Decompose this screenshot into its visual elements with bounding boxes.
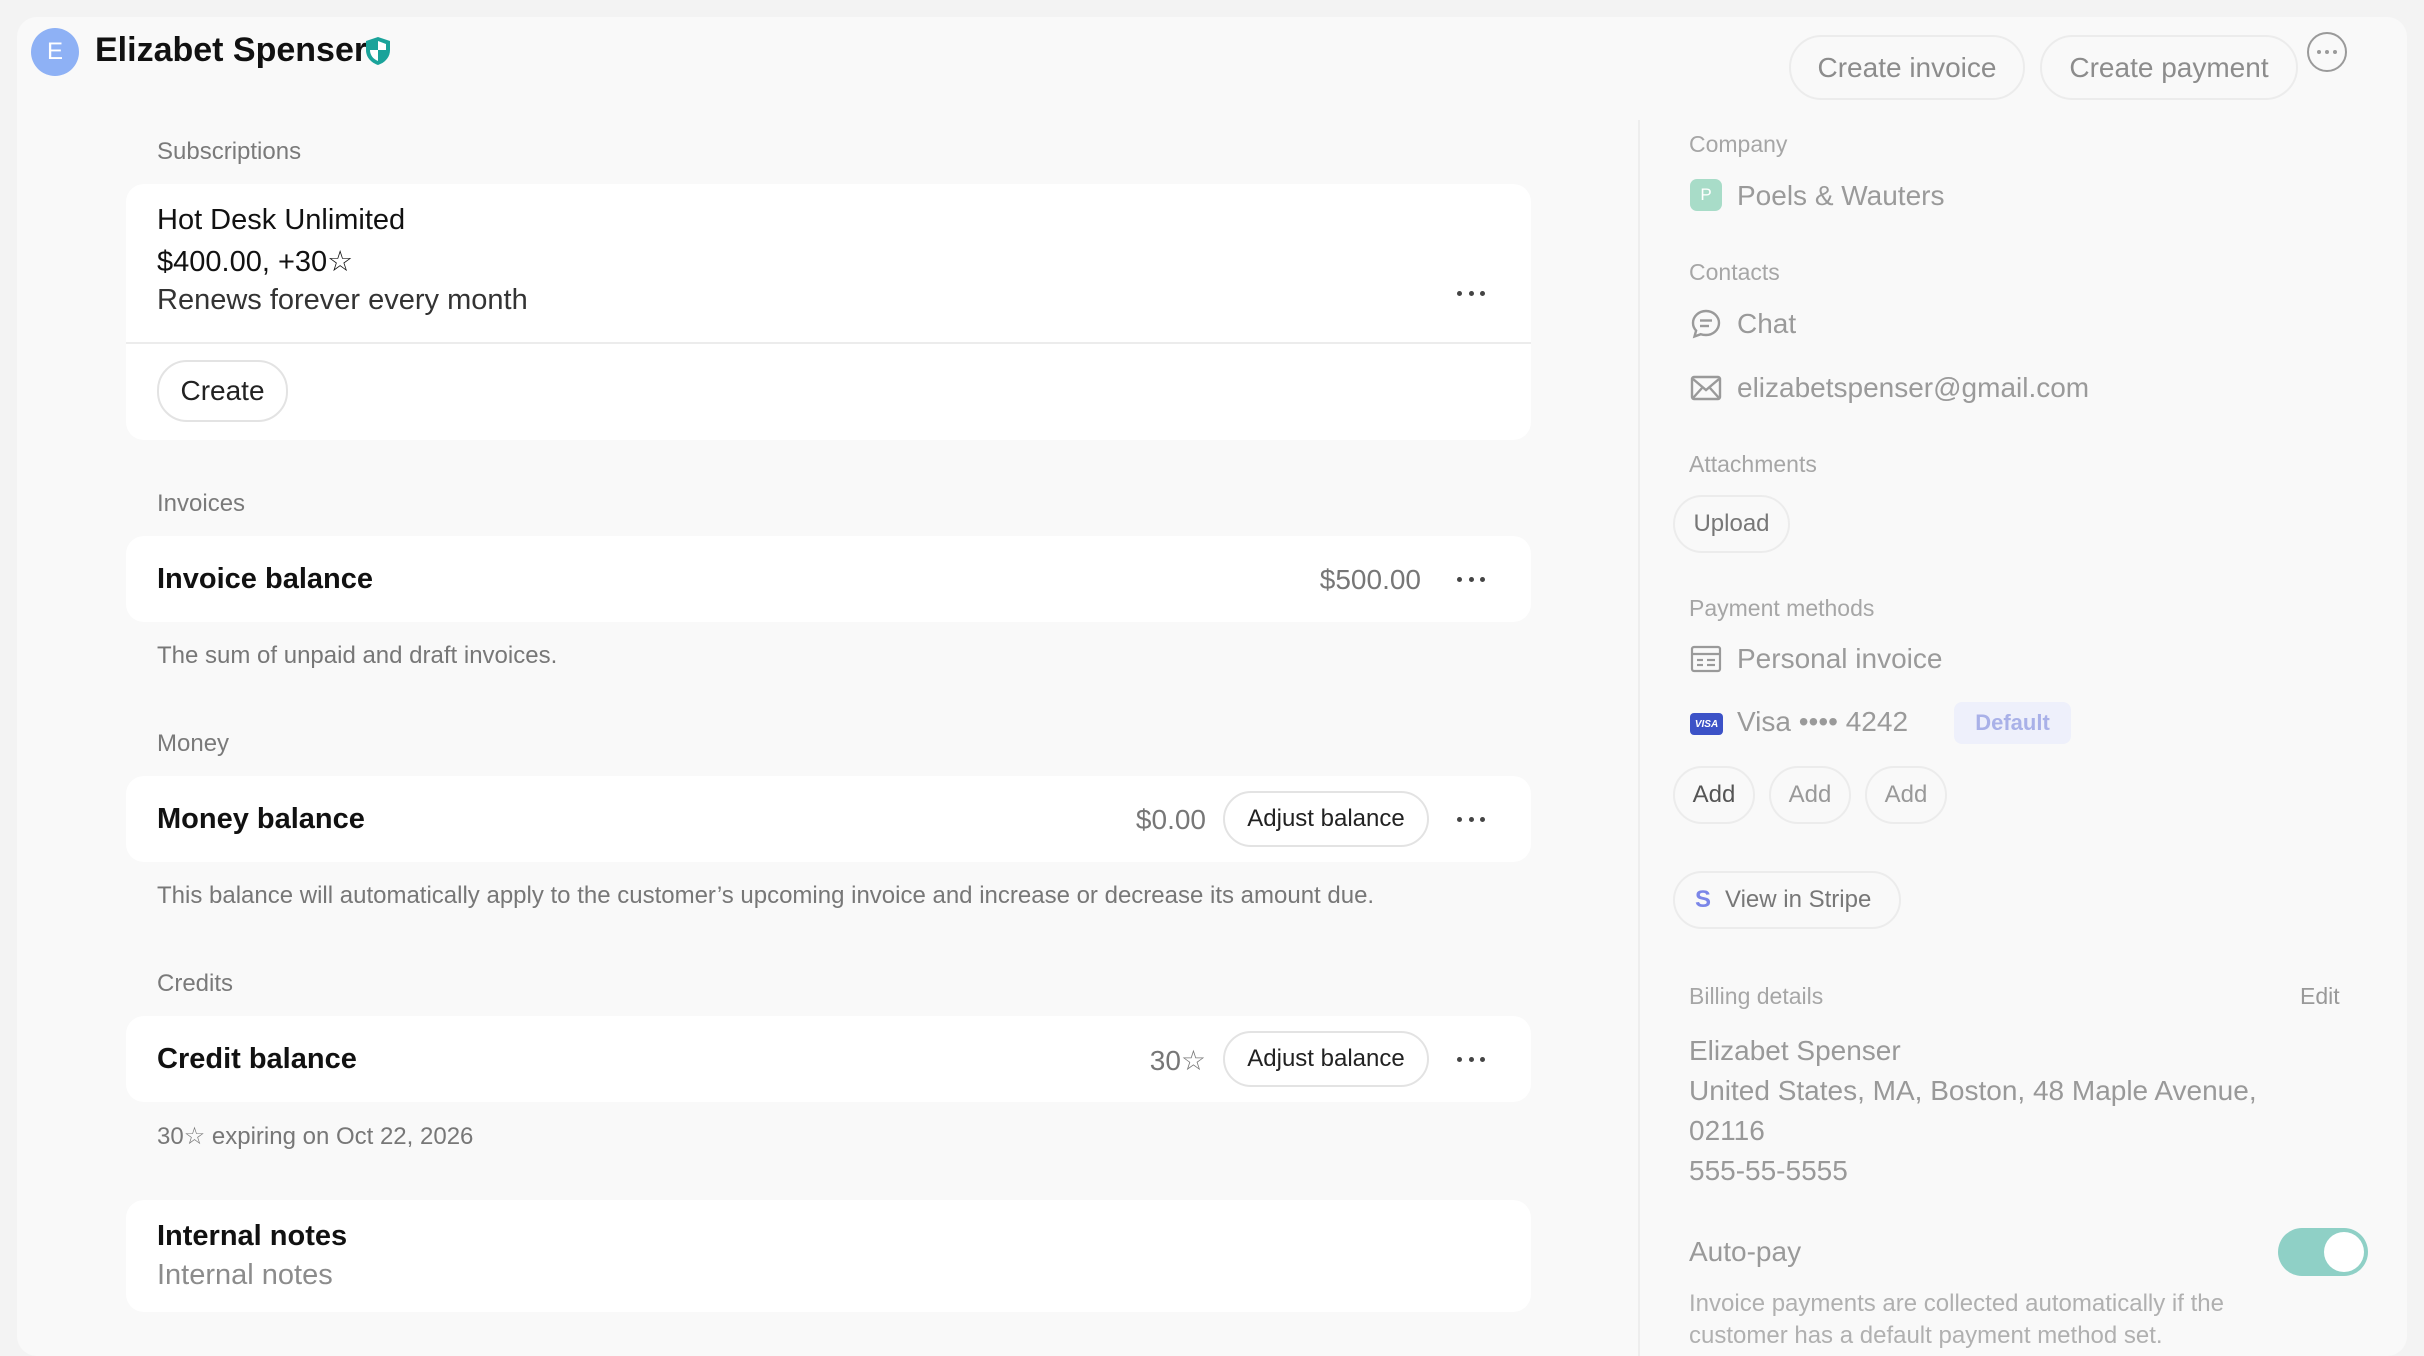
create-payment-button[interactable]: Create payment xyxy=(2040,35,2298,100)
verified-shield-icon xyxy=(366,37,390,65)
invoice-balance-amount: $500.00 xyxy=(1319,564,1421,595)
internal-notes-card[interactable]: Internal notes Internal notes xyxy=(126,1200,1531,1312)
invoice-balance-card: Invoice balance $500.00 xyxy=(126,536,1531,622)
divider xyxy=(126,342,1531,344)
adjust-money-balance-button[interactable]: Adjust balance xyxy=(1223,791,1429,847)
contact-email[interactable]: elizabetspenser@gmail.com xyxy=(1737,372,2089,404)
subscription-renewal: Renews forever every month xyxy=(157,284,528,316)
subscription-price: $400.00, +30☆ xyxy=(157,246,354,278)
billing-address-line1: United States, MA, Boston, 48 Maple Aven… xyxy=(1689,1075,2257,1106)
mail-icon xyxy=(1690,375,1722,401)
chat-link[interactable]: Chat xyxy=(1737,308,1796,340)
invoices-section-label: Invoices xyxy=(157,490,246,517)
invoice-icon xyxy=(1690,645,1722,673)
invoice-balance-title: Invoice balance xyxy=(157,563,373,595)
money-balance-card: Money balance $0.00 Adjust balance xyxy=(126,776,1531,862)
visa-card-icon: VISA xyxy=(1690,713,1723,735)
credit-balance-amount: 30☆ xyxy=(1149,1045,1206,1076)
subscription-card: Hot Desk Unlimited $400.00, +30☆ Renews … xyxy=(126,184,1531,440)
credits-section-label: Credits xyxy=(157,970,234,997)
money-balance-amount: $0.00 xyxy=(1135,804,1206,835)
personal-invoice-method[interactable]: Personal invoice xyxy=(1737,643,1942,675)
avatar: E xyxy=(31,28,79,76)
contacts-label: Contacts xyxy=(1689,259,1780,285)
attachments-label: Attachments xyxy=(1689,451,1817,477)
company-name[interactable]: Poels & Wauters xyxy=(1737,180,1944,212)
payment-methods-label: Payment methods xyxy=(1689,595,1875,621)
subscription-more-icon[interactable] xyxy=(1453,283,1489,303)
add-button-2[interactable]: Add xyxy=(1769,766,1851,824)
customer-name: Elizabet Spenser xyxy=(95,31,368,69)
money-section-label: Money xyxy=(157,730,230,757)
money-balance-title: Money balance xyxy=(157,803,365,835)
billing-phone: 555-55-5555 xyxy=(1689,1155,1848,1186)
column-divider xyxy=(1638,120,1640,1356)
credit-balance-card: Credit balance 30☆ Adjust balance xyxy=(126,1016,1531,1102)
billing-details-label: Billing details xyxy=(1689,983,1824,1009)
adjust-credit-balance-button[interactable]: Adjust balance xyxy=(1223,1031,1429,1087)
money-more-icon[interactable] xyxy=(1453,809,1489,829)
internal-notes-title: Internal notes xyxy=(157,1220,348,1252)
autopay-toggle[interactable] xyxy=(2278,1228,2368,1276)
add-payment-method-button[interactable]: Add xyxy=(1673,766,1755,824)
upload-button[interactable]: Upload xyxy=(1673,495,1790,553)
billing-name: Elizabet Spenser xyxy=(1689,1035,1901,1066)
stripe-icon: S xyxy=(1695,886,1712,913)
create-invoice-button[interactable]: Create invoice xyxy=(1789,35,2025,100)
money-balance-help: This balance will automatically apply to… xyxy=(157,882,1375,909)
subscriptions-section-label: Subscriptions xyxy=(157,138,302,165)
edit-billing-link[interactable]: Edit xyxy=(2300,983,2340,1010)
credit-balance-title: Credit balance xyxy=(157,1043,357,1075)
autopay-help-line1: Invoice payments are collected automatic… xyxy=(1689,1290,2224,1317)
default-badge: Default xyxy=(1954,702,2071,744)
chat-icon xyxy=(1691,309,1721,339)
invoice-more-icon[interactable] xyxy=(1453,569,1489,589)
add-button-3[interactable]: Add xyxy=(1865,766,1947,824)
company-label: Company xyxy=(1689,131,1788,157)
credit-more-icon[interactable] xyxy=(1453,1049,1489,1069)
create-subscription-button[interactable]: Create xyxy=(157,360,288,422)
view-in-stripe-button[interactable]: S View in Stripe xyxy=(1673,871,1901,929)
billing-address-line2: 02116 xyxy=(1689,1115,1765,1146)
view-in-stripe-label: View in Stripe xyxy=(1725,886,1872,913)
credit-expiry-help: 30☆ expiring on Oct 22, 2026 xyxy=(157,1123,474,1150)
autopay-label: Auto-pay xyxy=(1689,1236,1802,1267)
internal-notes-input[interactable]: Internal notes xyxy=(157,1259,333,1292)
company-logo: P xyxy=(1690,179,1722,211)
invoice-balance-help: The sum of unpaid and draft invoices. xyxy=(157,642,558,669)
visa-card-method[interactable]: Visa •••• 4242 xyxy=(1737,706,1908,738)
more-options-icon[interactable] xyxy=(2307,32,2347,72)
autopay-help-line2: customer has a default payment method se… xyxy=(1689,1322,2163,1349)
subscription-plan-name[interactable]: Hot Desk Unlimited xyxy=(157,204,405,237)
